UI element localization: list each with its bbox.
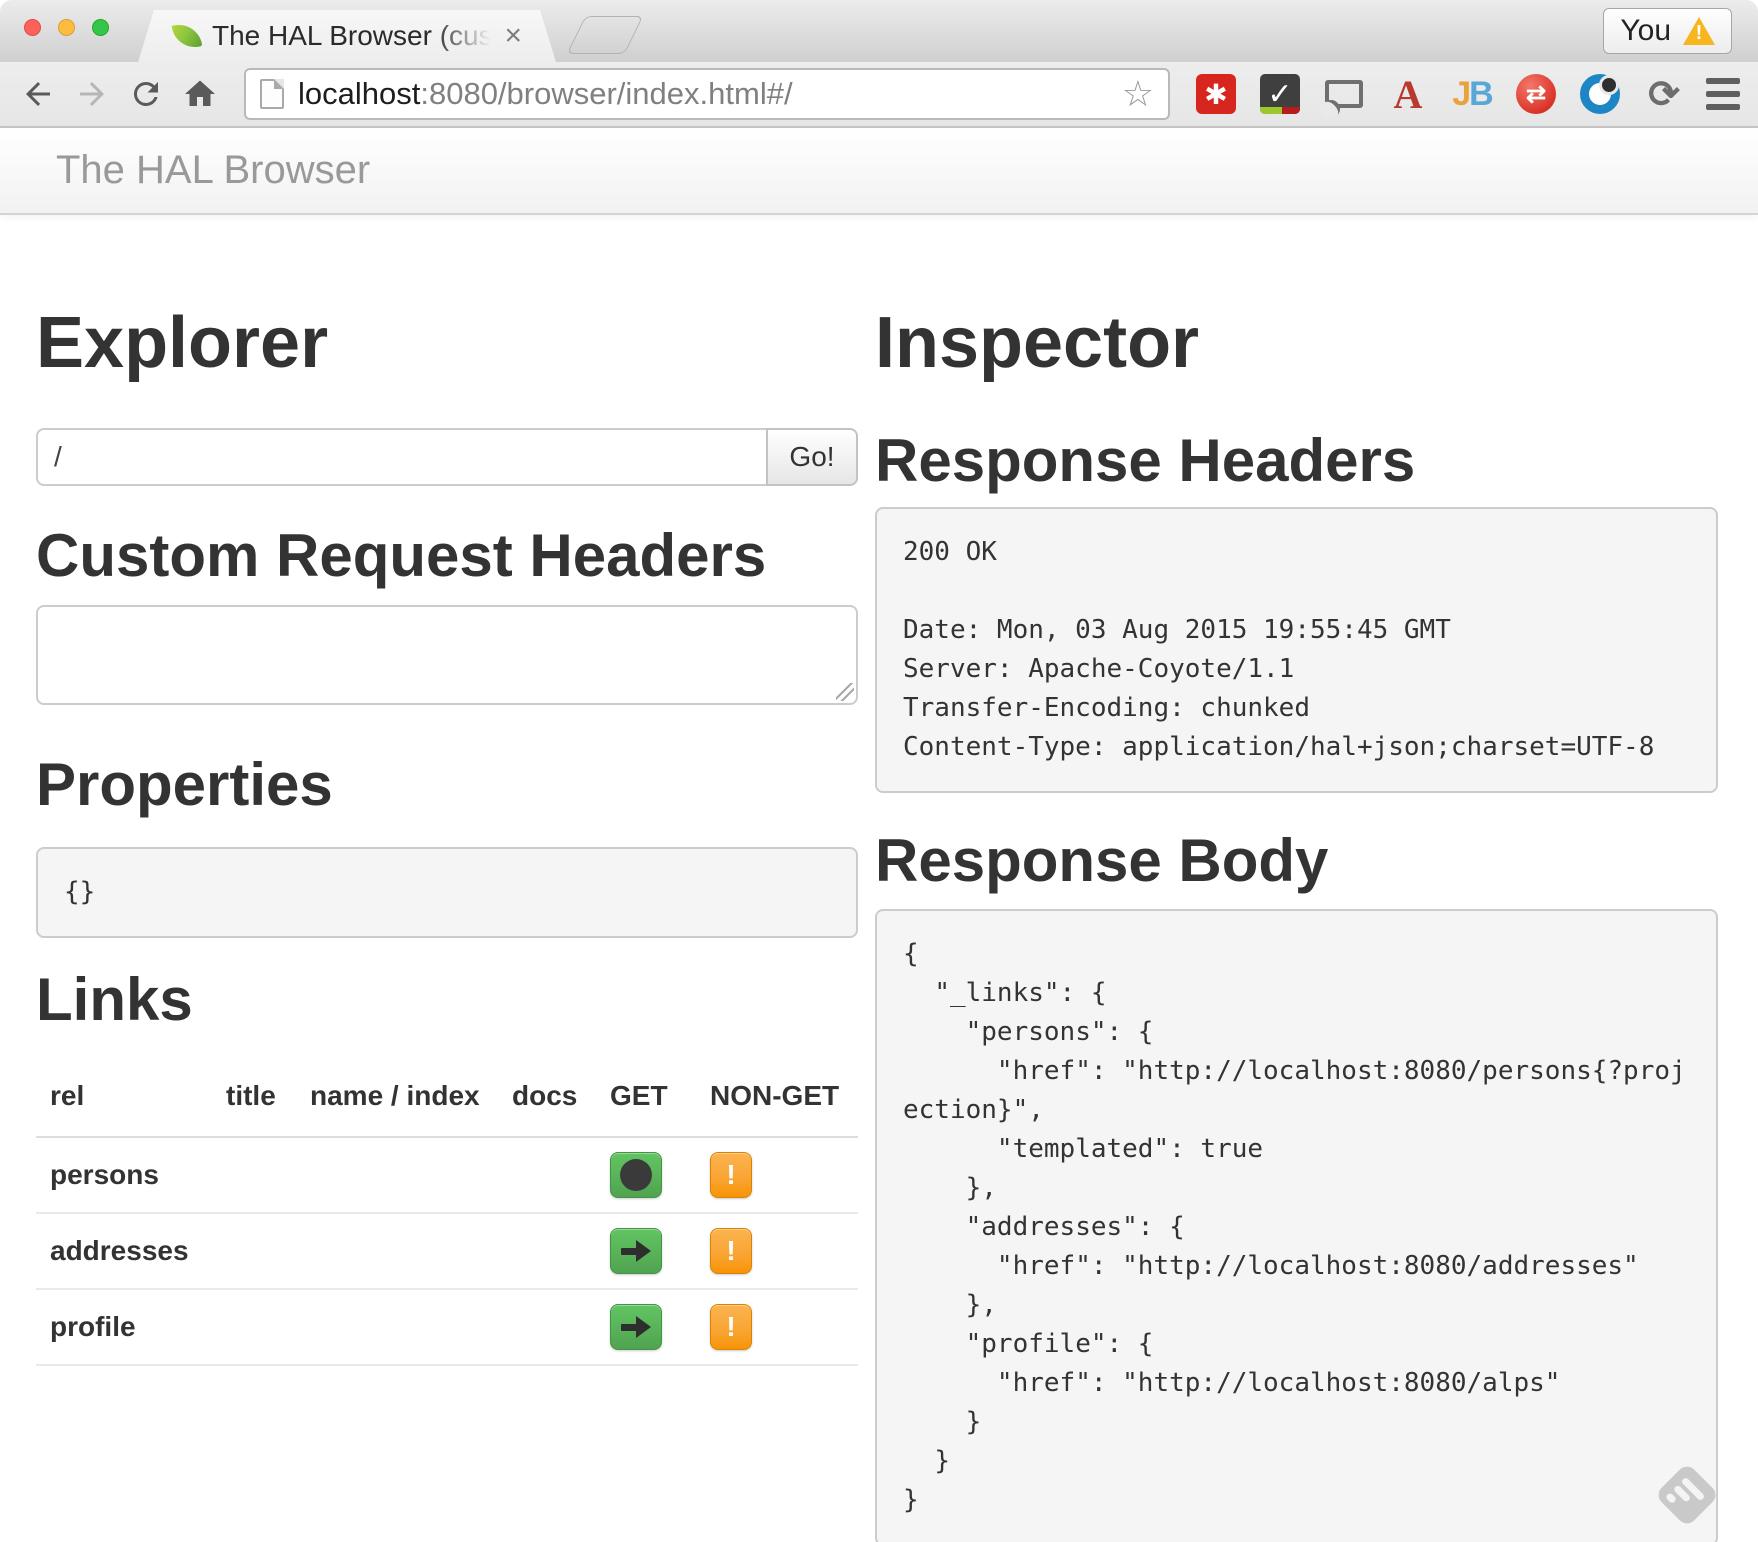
properties-title: Properties (36, 749, 858, 821)
chrome-menu-icon[interactable] (1706, 78, 1740, 110)
link-name-index (296, 1137, 498, 1213)
forward-button[interactable] (72, 74, 112, 114)
reload-button[interactable] (126, 74, 166, 114)
link-rel: profile (36, 1289, 212, 1365)
link-title (212, 1137, 296, 1213)
non-get-button[interactable] (710, 1152, 752, 1198)
custom-headers-textarea[interactable] (36, 605, 858, 705)
lastpass-extension-icon[interactable]: ✱ (1196, 74, 1236, 114)
address-bar[interactable]: localhost:8080/browser/index.html#/ ☆ (244, 68, 1170, 120)
col-header-rel: rel (36, 1066, 212, 1137)
links-title: Links (36, 964, 858, 1036)
explorer-column: Explorer Go! Custom Request Headers Prop… (36, 215, 858, 1542)
explorer-title: Explorer (36, 303, 858, 383)
non-get-button[interactable] (710, 1304, 752, 1350)
link-docs (498, 1213, 596, 1289)
explorer-address-row: Go! (36, 428, 858, 486)
chromecast-extension-icon[interactable] (1324, 74, 1364, 114)
arrow-icon (621, 1240, 651, 1262)
profile-button[interactable]: You (1603, 8, 1732, 54)
col-header-get: GET (596, 1066, 696, 1137)
new-tab-button[interactable] (567, 16, 644, 54)
link-name-index (296, 1289, 498, 1365)
go-button[interactable]: Go! (766, 428, 858, 486)
window-zoom-button[interactable] (92, 19, 109, 36)
response-headers-title: Response Headers (875, 425, 1718, 497)
profile-button-label: You (1620, 14, 1671, 48)
col-header-nonget: NON-GET (696, 1066, 858, 1137)
refresh-gray-extension-icon[interactable]: ⟳ (1644, 74, 1684, 114)
link-title (212, 1213, 296, 1289)
col-header-title: title (212, 1066, 296, 1137)
jetbrains-extension-icon[interactable]: JB (1452, 74, 1492, 114)
link-docs (498, 1137, 596, 1213)
explorer-path-input[interactable] (36, 428, 766, 486)
exclamation-icon (726, 1159, 735, 1191)
sync-red-extension-icon[interactable]: ⇄ (1516, 74, 1556, 114)
response-body-title: Response Body (875, 825, 1718, 897)
table-row: addresses (36, 1213, 858, 1289)
link-docs (498, 1289, 596, 1365)
tab-strip: The HAL Browser (customiz × You (0, 0, 1758, 62)
inspector-column: Inspector Response Headers 200 OK Date: … (875, 215, 1718, 1542)
checkmark-extension-icon[interactable]: ✓ (1260, 74, 1300, 114)
get-button[interactable] (610, 1152, 662, 1198)
table-row: profile (36, 1289, 858, 1365)
col-header-name-index: name / index (296, 1066, 498, 1137)
page-content: Explorer Go! Custom Request Headers Prop… (0, 215, 1758, 1542)
back-button[interactable] (18, 74, 58, 114)
site-brand[interactable]: The HAL Browser (0, 148, 370, 193)
properties-value: {} (36, 847, 858, 938)
get-button[interactable] (610, 1304, 662, 1350)
link-name-index (296, 1213, 498, 1289)
exclamation-icon (726, 1235, 735, 1267)
table-row: persons (36, 1137, 858, 1213)
tab-close-icon[interactable]: × (504, 21, 522, 51)
inspector-title: Inspector (875, 303, 1718, 383)
response-body-value: { "_links": { "persons": { "href": "http… (875, 909, 1718, 1542)
link-title (212, 1289, 296, 1365)
textarea-resize-grip-icon[interactable] (836, 683, 854, 701)
window-controls (24, 19, 109, 36)
blue-circle-extension-icon[interactable] (1580, 74, 1620, 114)
spring-leaf-favicon (172, 21, 202, 51)
arrow-icon (621, 1316, 651, 1338)
response-headers-value: 200 OK Date: Mon, 03 Aug 2015 19:55:45 G… (875, 507, 1718, 793)
home-button[interactable] (180, 74, 220, 114)
link-rel: addresses (36, 1213, 212, 1289)
warning-icon (1683, 17, 1715, 45)
extension-icons: ✱ ✓ A JB ⇄ ⟳ (1196, 74, 1684, 114)
a-extension-icon[interactable]: A (1388, 74, 1428, 114)
browser-tab[interactable]: The HAL Browser (customiz × (138, 10, 556, 62)
link-rel: persons (36, 1137, 212, 1213)
get-button[interactable] (610, 1228, 662, 1274)
non-get-button[interactable] (710, 1228, 752, 1274)
col-header-docs: docs (498, 1066, 596, 1137)
question-icon (620, 1159, 652, 1191)
exclamation-icon (726, 1311, 735, 1343)
url-text[interactable]: localhost:8080/browser/index.html#/ (298, 76, 1112, 112)
window-close-button[interactable] (24, 19, 41, 36)
browser-toolbar: localhost:8080/browser/index.html#/ ☆ ✱ … (0, 62, 1758, 128)
custom-request-headers-title: Custom Request Headers (36, 520, 858, 592)
bookmark-star-icon[interactable]: ☆ (1122, 73, 1154, 115)
tab-title: The HAL Browser (customiz (212, 20, 496, 51)
links-table: rel title name / index docs GET NON-GET … (36, 1066, 858, 1366)
site-navbar: The HAL Browser (0, 128, 1758, 215)
window-minimize-button[interactable] (58, 19, 75, 36)
page-icon (260, 79, 284, 109)
